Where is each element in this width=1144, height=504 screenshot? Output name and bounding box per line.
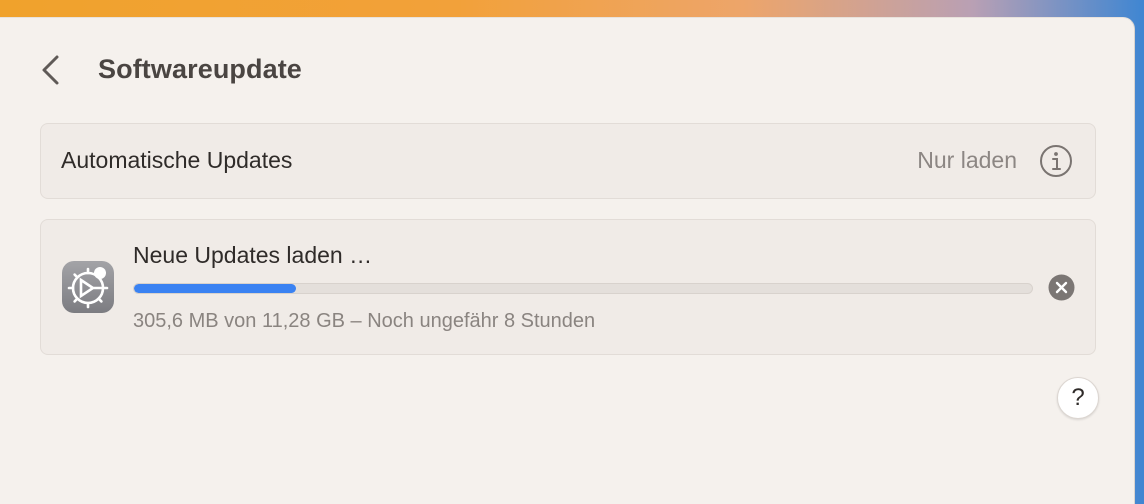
info-button[interactable] xyxy=(1039,144,1073,178)
software-update-gear-icon xyxy=(61,260,115,314)
download-progress-fill xyxy=(134,284,296,293)
settings-window: Softwareupdate Automatische Updates Nur … xyxy=(0,17,1135,504)
cancel-download-button[interactable] xyxy=(1048,274,1075,301)
automatic-updates-label: Automatische Updates xyxy=(61,147,293,173)
info-circle-icon xyxy=(1040,145,1072,177)
close-circle-icon xyxy=(1048,274,1075,301)
update-download-card: Neue Updates laden … 305,6 MB von 11,28 … xyxy=(40,219,1096,355)
automatic-updates-row: Automatische Updates Nur laden xyxy=(40,123,1096,199)
header: Softwareupdate xyxy=(0,18,1134,122)
download-status: 305,6 MB von 11,28 GB – Noch ungefähr 8 … xyxy=(133,310,596,332)
chevron-left-icon xyxy=(42,55,59,85)
page-title: Softwareupdate xyxy=(98,54,302,84)
back-button[interactable] xyxy=(36,52,68,88)
automatic-updates-value[interactable]: Nur laden xyxy=(917,147,1017,174)
help-button[interactable]: ? xyxy=(1057,377,1099,419)
download-title: Neue Updates laden … xyxy=(133,242,373,268)
download-progress-bar xyxy=(133,283,1033,294)
